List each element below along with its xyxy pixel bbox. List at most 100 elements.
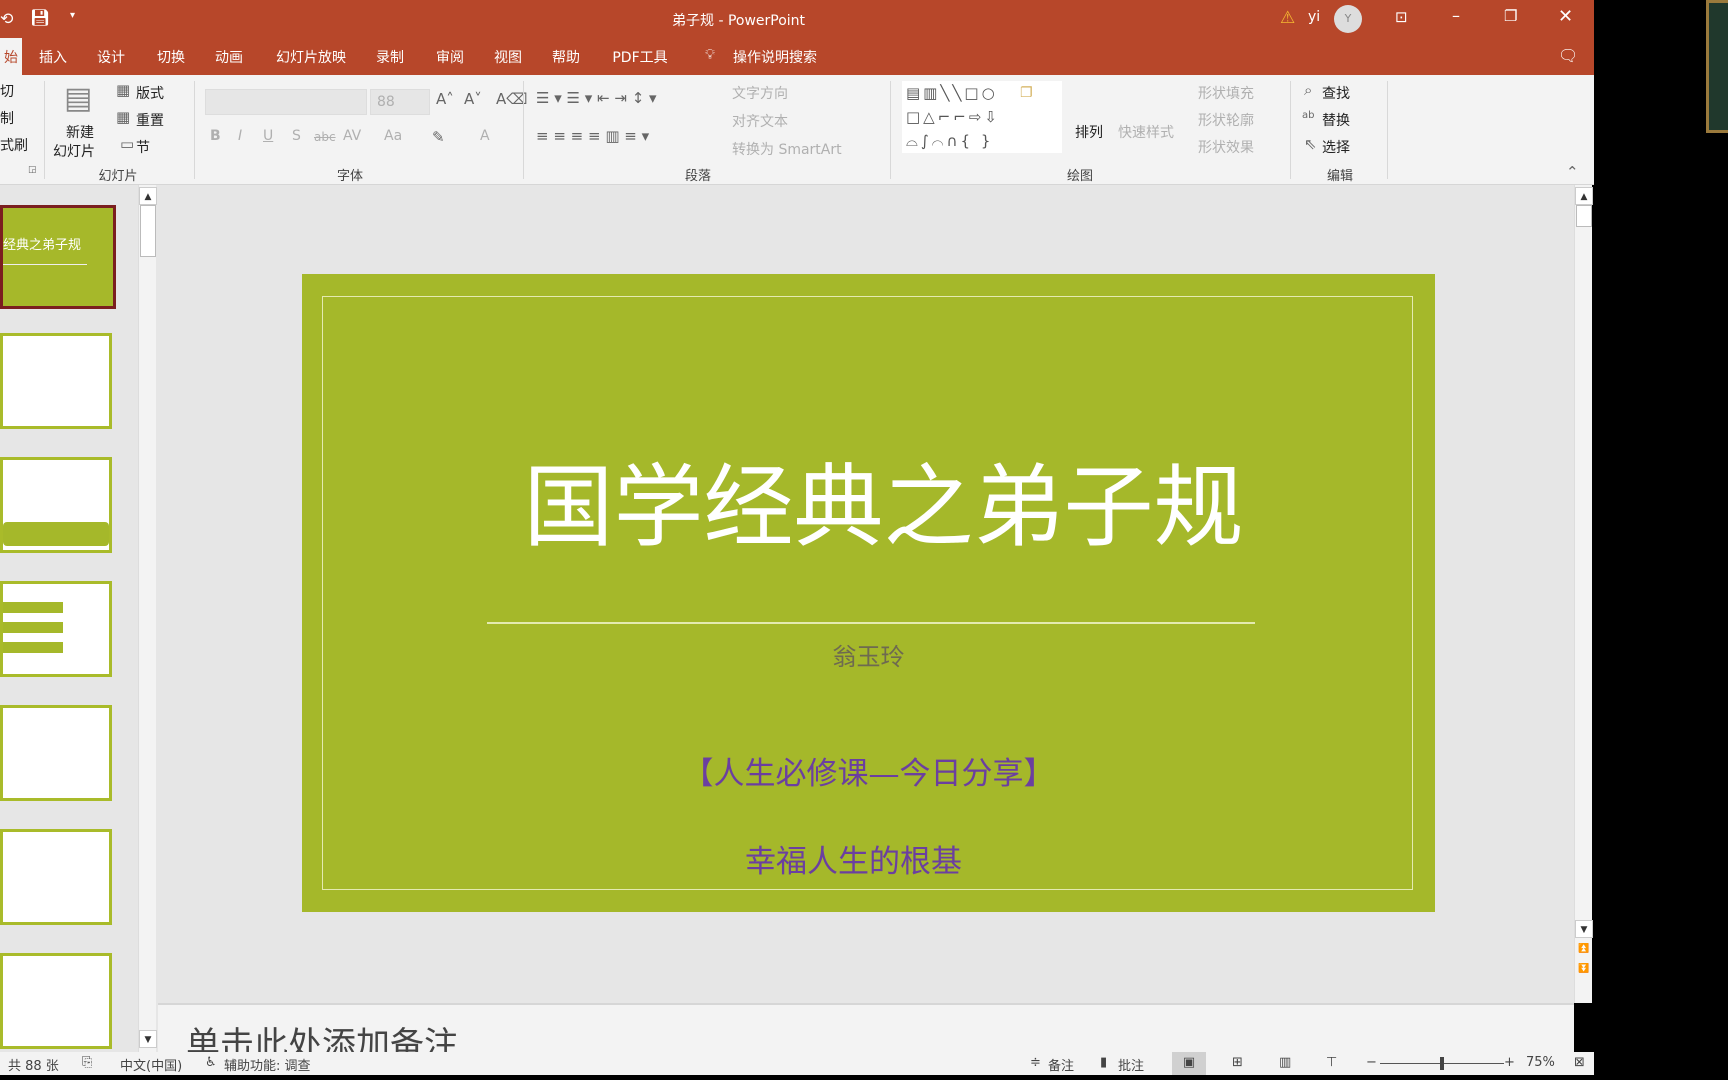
language[interactable]: 中文(中国) — [120, 1055, 182, 1074]
comments-button[interactable]: 批注 — [1118, 1055, 1144, 1074]
shapes-gallery[interactable]: ▤▥╲╲□○ □△⌐⌐⇨⇩ ⌓∫⌒∩{ } — [902, 81, 1062, 153]
change-case-button[interactable]: Aa — [384, 128, 402, 144]
highlight-icon[interactable]: ✎ — [432, 128, 445, 146]
slide-scrollbar[interactable]: ▲ ▼ ⏫ ⏬ — [1574, 185, 1593, 1003]
slide-sorter-icon[interactable]: ⊞ — [1232, 1055, 1243, 1070]
section-button[interactable]: 节 — [136, 137, 150, 157]
slideshow-icon[interactable]: ⊤ — [1326, 1055, 1337, 1070]
thumbnail-slide-1[interactable]: 经典之弟子规 — [0, 205, 116, 309]
thumbnail-slide-6[interactable] — [0, 829, 112, 925]
tab-transitions[interactable]: 切换 — [157, 47, 185, 67]
accessibility-status[interactable]: 辅助功能: 调查 — [224, 1055, 311, 1074]
slide-tagline[interactable]: 幸福人生的根基 — [302, 836, 1435, 881]
previous-slide-icon[interactable]: ⏫ — [1575, 940, 1593, 958]
reading-view-icon[interactable]: ▥ — [1279, 1055, 1291, 1070]
tab-design[interactable]: 设计 — [97, 47, 125, 67]
slide-canvas[interactable]: 国学经典之弟子规 翁玉玲 【人生必修课—今日分享】 幸福人生的根基 — [302, 274, 1435, 912]
find-button[interactable]: 查找 — [1322, 83, 1350, 103]
zoom-slider[interactable] — [1380, 1057, 1504, 1070]
tab-pdf[interactable]: PDF工具 — [612, 47, 667, 67]
ribbon-display-options-icon[interactable]: ⊡ — [1395, 8, 1408, 26]
slide-title[interactable]: 国学经典之弟子规 — [302, 434, 1435, 564]
accessibility-icon[interactable]: ♿︎ — [205, 1055, 217, 1070]
shape-outline-button[interactable]: 形状轮廓 — [1198, 110, 1254, 130]
bullets-icon[interactable]: ☰ ▾ ☰ ▾ ⇤ ⇥ ↕ ▾ — [536, 89, 657, 107]
notes-button[interactable]: 备注 — [1048, 1055, 1074, 1074]
user-name[interactable]: yi — [1308, 9, 1320, 25]
next-slide-icon[interactable]: ⏬ — [1575, 960, 1593, 978]
comments-icon[interactable]: 🗨︎ — [1558, 46, 1578, 65]
tab-view[interactable]: 视图 — [494, 47, 522, 67]
font-name-combo[interactable] — [205, 89, 367, 115]
customize-qat-icon[interactable]: ▾ — [70, 10, 75, 21]
collapse-ribbon-icon[interactable]: ⌃ — [1566, 163, 1579, 181]
font-size-combo[interactable]: 88 — [370, 89, 430, 115]
italic-button[interactable]: I — [238, 128, 242, 144]
thumbnail-slide-7[interactable] — [0, 953, 112, 1049]
quick-styles-button[interactable]: 快速样式 — [1118, 122, 1174, 142]
zoom-level[interactable]: 75% — [1526, 1055, 1555, 1070]
thumbnail-slide-2[interactable] — [0, 333, 112, 429]
slide-thumbnails-pane[interactable]: 经典之弟子规 ▲ ▼ — [0, 185, 158, 1052]
tell-me-search[interactable]: 操作说明搜索 — [733, 47, 817, 67]
new-slide-button[interactable]: 新建 — [66, 122, 94, 142]
warning-icon[interactable]: ⚠ — [1280, 8, 1295, 28]
strikethrough-button[interactable]: abc — [314, 130, 336, 144]
replace-button[interactable]: 替换 — [1322, 110, 1350, 130]
new-slide-dropdown[interactable]: 幻灯片 — [53, 141, 95, 161]
decrease-font-icon[interactable]: A˅ — [464, 90, 482, 108]
slide-subtitle[interactable]: 【人生必修课—今日分享】 — [302, 748, 1435, 793]
thumbnail-slide-5[interactable] — [0, 705, 112, 801]
char-spacing-button[interactable]: AV — [343, 128, 361, 144]
scroll-down-icon[interactable]: ▼ — [1575, 920, 1593, 938]
tab-animations[interactable]: 动画 — [215, 47, 243, 67]
shadow-button[interactable]: S — [292, 128, 301, 144]
tab-review[interactable]: 审阅 — [436, 47, 464, 67]
text-direction-button[interactable]: 文字方向 — [732, 83, 788, 103]
thumbnails-scrollbar[interactable]: ▲ ▼ — [138, 185, 157, 1052]
select-button[interactable]: 选择 — [1322, 137, 1350, 157]
scroll-thumb[interactable] — [140, 205, 156, 257]
copy-button[interactable]: 制 — [0, 108, 14, 128]
autosave-icon[interactable]: ⟲ — [0, 9, 13, 28]
tab-record[interactable]: 录制 — [376, 47, 404, 67]
tab-help[interactable]: 帮助 — [552, 47, 580, 67]
align-text-button[interactable]: 对齐文本 — [732, 111, 788, 131]
convert-smartart-button[interactable]: 转换为 SmartArt — [732, 139, 842, 159]
tab-insert[interactable]: 插入 — [39, 47, 67, 67]
increase-font-icon[interactable]: A˄ — [436, 90, 454, 108]
shape-fill-button[interactable]: 形状填充 — [1198, 83, 1254, 103]
scroll-thumb[interactable] — [1576, 205, 1592, 227]
bold-button[interactable]: B — [210, 128, 221, 144]
zoom-in-icon[interactable]: + — [1504, 1055, 1515, 1070]
thumbnail-slide-4[interactable] — [0, 581, 112, 677]
dialog-launcher-icon[interactable]: ◲ — [28, 165, 37, 175]
scroll-up-icon[interactable]: ▲ — [1575, 187, 1593, 205]
spell-check-icon[interactable]: ⎘ — [82, 1055, 92, 1070]
tab-slideshow[interactable]: 幻灯片放映 — [276, 47, 346, 67]
normal-view-icon[interactable]: ▣ — [1172, 1052, 1206, 1075]
format-painter-button[interactable]: 式刷 — [0, 135, 28, 155]
new-slide-icon[interactable]: ▤ — [64, 81, 92, 116]
avatar[interactable]: Y — [1334, 5, 1362, 33]
align-icons[interactable]: ≡ ≡ ≡ ≡ ▥ ≡ ▾ — [536, 127, 649, 145]
restore-icon[interactable]: ❐ — [1504, 7, 1517, 25]
zoom-slider-thumb[interactable] — [1440, 1057, 1444, 1070]
close-icon[interactable]: ✕ — [1558, 6, 1573, 27]
font-color-button[interactable]: A — [480, 128, 490, 144]
notes-placeholder[interactable]: 单击此处添加备注 — [186, 1017, 458, 1052]
scroll-down-icon[interactable]: ▼ — [139, 1030, 157, 1048]
scroll-up-icon[interactable]: ▲ — [139, 187, 157, 205]
shape-effects-button[interactable]: 形状效果 — [1198, 137, 1254, 157]
zoom-out-icon[interactable]: − — [1366, 1055, 1377, 1070]
save-icon[interactable]: 💾︎ — [30, 8, 50, 27]
thumbnail-slide-3[interactable] — [0, 457, 112, 553]
reset-button[interactable]: 重置 — [136, 110, 164, 130]
slide-author[interactable]: 翁玉玲 — [302, 637, 1435, 672]
underline-button[interactable]: U — [263, 128, 273, 144]
arrange-button[interactable]: 排列 — [1075, 122, 1103, 142]
cut-button[interactable]: 切 — [0, 81, 14, 101]
layout-button[interactable]: 版式 — [136, 83, 164, 103]
lightbulb-icon[interactable]: 💡︎ — [705, 47, 715, 63]
fit-to-window-icon[interactable]: ⊠ — [1574, 1055, 1585, 1070]
